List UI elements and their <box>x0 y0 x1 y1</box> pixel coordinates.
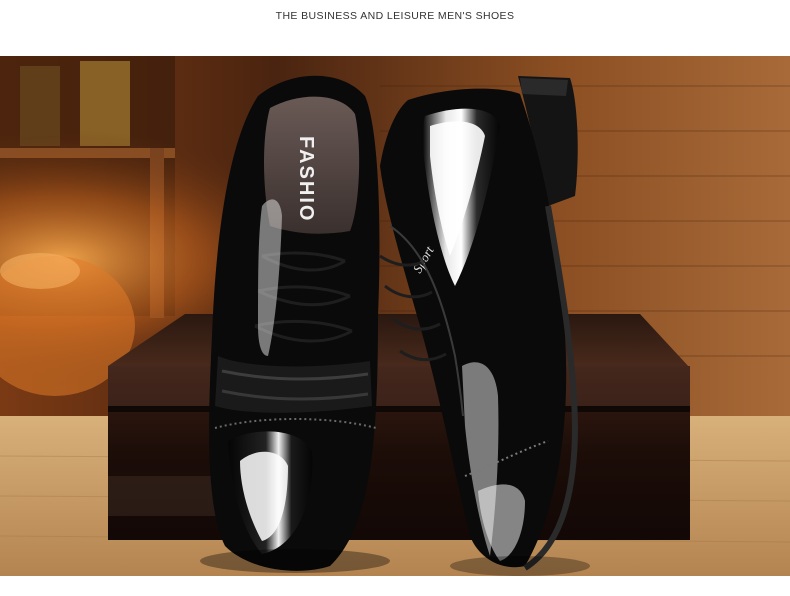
page-footer <box>0 576 790 596</box>
insole-print-text: FASHIO <box>295 136 317 222</box>
product-photo: FASHIO Sport <box>0 56 790 576</box>
page-header: THE BUSINESS AND LEISURE MEN'S SHOES <box>0 0 790 56</box>
page-title: THE BUSINESS AND LEISURE MEN'S SHOES <box>275 10 515 22</box>
shoes-photo-illustration: FASHIO Sport <box>0 56 790 576</box>
